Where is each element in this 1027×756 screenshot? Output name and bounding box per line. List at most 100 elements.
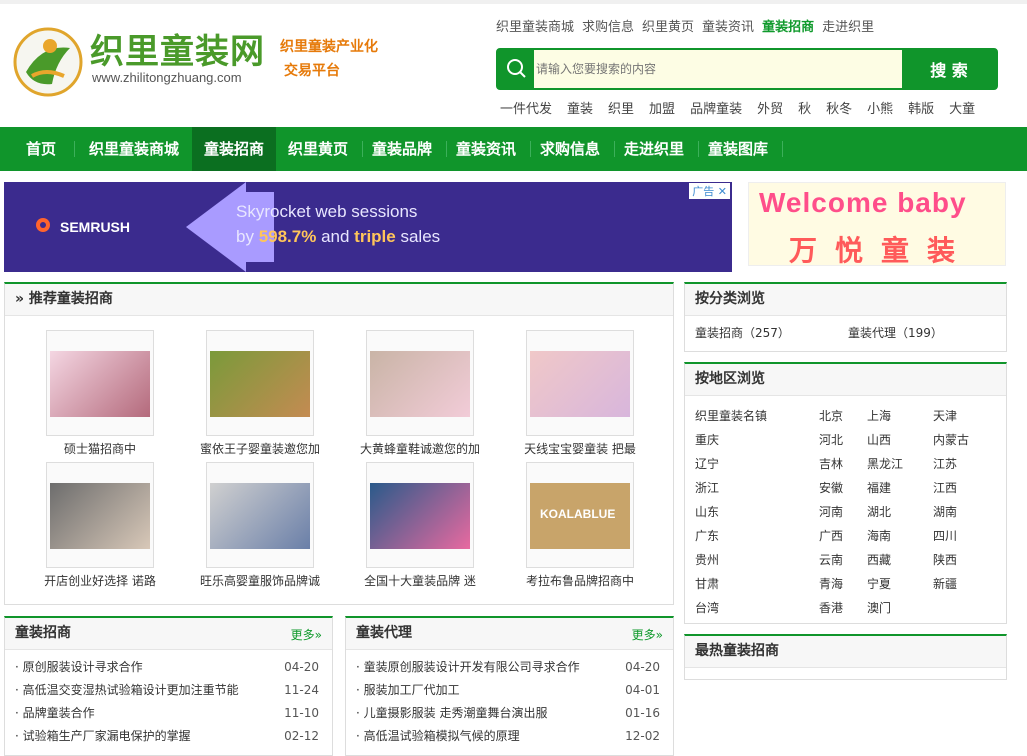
- region-link[interactable]: 内蒙古: [933, 428, 993, 452]
- list-item[interactable]: · 高低温交变湿热试验箱设计更加注重节能 11-24: [15, 679, 319, 702]
- hot-keyword[interactable]: 外贸: [757, 98, 783, 117]
- product-image[interactable]: KOALABLUE: [526, 462, 634, 568]
- region-link[interactable]: 澳门: [867, 596, 933, 620]
- product-image[interactable]: [366, 330, 474, 436]
- region-link[interactable]: 上海: [867, 404, 933, 428]
- list-item[interactable]: · 原创服装设计寻求合作 04-20: [15, 656, 319, 679]
- top-link-about[interactable]: 走进织里: [822, 16, 874, 35]
- semrush-ad-banner[interactable]: SEMRUSH Skyrocket web sessions by 598.7%…: [4, 182, 732, 272]
- region-link[interactable]: 江苏: [933, 452, 993, 476]
- product-title[interactable]: 蜜依王子婴童装邀您加: [185, 440, 335, 457]
- region-link[interactable]: [933, 596, 993, 620]
- region-link[interactable]: 青海: [819, 572, 867, 596]
- search-icon[interactable]: [498, 50, 534, 88]
- product-card[interactable]: 全国十大童装品牌 迷: [345, 462, 495, 589]
- region-link[interactable]: 北京: [819, 404, 867, 428]
- product-card[interactable]: 旺乐高婴童服饰品牌诚: [185, 462, 335, 589]
- nav-purchase[interactable]: 求购信息: [530, 127, 610, 171]
- product-title[interactable]: 全国十大童装品牌 迷: [345, 572, 495, 589]
- list-item[interactable]: · 儿童摄影服装 走秀潮童舞台演出服 01-16: [356, 702, 660, 725]
- region-link[interactable]: 黑龙江: [867, 452, 933, 476]
- region-link[interactable]: 广东: [695, 524, 819, 548]
- ad-badge[interactable]: 广告 ✕: [689, 183, 730, 199]
- product-image[interactable]: [206, 330, 314, 436]
- nav-news[interactable]: 童装资讯: [446, 127, 526, 171]
- region-link[interactable]: 江西: [933, 476, 993, 500]
- product-image[interactable]: [46, 330, 154, 436]
- list-item[interactable]: · 高低温试验箱模拟气候的原理 12-02: [356, 725, 660, 748]
- list-item[interactable]: · 试验箱生产厂家漏电保护的掌握 02-12: [15, 725, 319, 748]
- hot-keyword[interactable]: 秋: [798, 98, 811, 117]
- product-card[interactable]: 开店创业好选择 诺路: [25, 462, 175, 589]
- more-link[interactable]: 更多»: [291, 626, 322, 643]
- nav-gallery[interactable]: 童装图库: [698, 127, 778, 171]
- product-image[interactable]: [206, 462, 314, 568]
- product-card[interactable]: 蜜依王子婴童装邀您加: [185, 330, 335, 457]
- region-link[interactable]: 广西: [819, 524, 867, 548]
- nav-yellowpages[interactable]: 织里黄页: [278, 127, 358, 171]
- list-item[interactable]: · 品牌童装合作 11-10: [15, 702, 319, 725]
- region-link[interactable]: 吉林: [819, 452, 867, 476]
- search-button[interactable]: 搜 索: [902, 50, 996, 88]
- region-link[interactable]: 天津: [933, 404, 993, 428]
- product-card[interactable]: 天线宝宝婴童装 把最: [505, 330, 655, 457]
- hot-keyword[interactable]: 小熊: [867, 98, 893, 117]
- region-link[interactable]: 台湾: [695, 596, 819, 620]
- region-link[interactable]: 甘肃: [695, 572, 819, 596]
- list-item[interactable]: · 童装原创服装设计开发有限公司寻求合作 04-20: [356, 656, 660, 679]
- product-title[interactable]: 开店创业好选择 诺路: [25, 572, 175, 589]
- hot-keyword[interactable]: 韩版: [908, 98, 934, 117]
- list-item[interactable]: · 服装加工厂代加工 04-01: [356, 679, 660, 702]
- region-link[interactable]: 湖南: [933, 500, 993, 524]
- top-link-mall[interactable]: 织里童装商城: [496, 16, 574, 35]
- hot-keyword[interactable]: 秋冬: [826, 98, 852, 117]
- hot-keyword[interactable]: 品牌童装: [690, 98, 742, 117]
- top-link-yellowpages[interactable]: 织里黄页: [642, 16, 694, 35]
- top-link-zhaoshang[interactable]: 童装招商: [762, 16, 814, 35]
- region-link[interactable]: 安徽: [819, 476, 867, 500]
- region-link[interactable]: 四川: [933, 524, 993, 548]
- region-link[interactable]: 河北: [819, 428, 867, 452]
- product-title[interactable]: 考拉布鲁品牌招商中: [505, 572, 655, 589]
- product-image[interactable]: [526, 330, 634, 436]
- wanyue-ad-banner[interactable]: Welcome baby 万悦童装: [748, 182, 1006, 267]
- site-logo[interactable]: 织里童装网 www.zhilitongzhuang.com 织里童装产业化 交易…: [12, 22, 392, 102]
- region-link[interactable]: 贵州: [695, 548, 819, 572]
- region-link[interactable]: 山西: [867, 428, 933, 452]
- product-card[interactable]: 硕士猫招商中: [25, 330, 175, 457]
- region-link[interactable]: 新疆: [933, 572, 993, 596]
- region-link[interactable]: 香港: [819, 596, 867, 620]
- hot-keyword[interactable]: 织里: [608, 98, 634, 117]
- product-title[interactable]: 大黄蜂童鞋诚邀您的加: [345, 440, 495, 457]
- search-input[interactable]: [536, 50, 902, 88]
- region-link[interactable]: 重庆: [695, 428, 819, 452]
- region-link[interactable]: 织里童装名镇: [695, 404, 819, 428]
- region-link[interactable]: 福建: [867, 476, 933, 500]
- nav-home[interactable]: 首页: [12, 127, 70, 171]
- top-link-purchase[interactable]: 求购信息: [582, 16, 634, 35]
- region-link[interactable]: 海南: [867, 524, 933, 548]
- nav-mall[interactable]: 织里童装商城: [80, 127, 188, 171]
- region-link[interactable]: 河南: [819, 500, 867, 524]
- hot-keyword[interactable]: 大童: [949, 98, 975, 117]
- nav-about[interactable]: 走进织里: [614, 127, 694, 171]
- hot-keyword[interactable]: 加盟: [649, 98, 675, 117]
- product-card[interactable]: KOALABLUE 考拉布鲁品牌招商中: [505, 462, 655, 589]
- region-link[interactable]: 西藏: [867, 548, 933, 572]
- region-link[interactable]: 云南: [819, 548, 867, 572]
- region-link[interactable]: 宁夏: [867, 572, 933, 596]
- region-link[interactable]: 辽宁: [695, 452, 819, 476]
- region-link[interactable]: 湖北: [867, 500, 933, 524]
- product-card[interactable]: 大黄蜂童鞋诚邀您的加: [345, 330, 495, 457]
- product-title[interactable]: 天线宝宝婴童装 把最: [505, 440, 655, 457]
- region-link[interactable]: 山东: [695, 500, 819, 524]
- product-title[interactable]: 硕士猫招商中: [25, 440, 175, 457]
- category-link[interactable]: 童装代理（199）: [848, 324, 943, 341]
- nav-brands[interactable]: 童装品牌: [362, 127, 442, 171]
- nav-zhaoshang[interactable]: 童装招商: [192, 127, 276, 171]
- hot-keyword[interactable]: 一件代发: [500, 98, 552, 117]
- region-link[interactable]: 陕西: [933, 548, 993, 572]
- category-link[interactable]: 童装招商（257）: [695, 324, 848, 341]
- product-image[interactable]: [366, 462, 474, 568]
- top-link-news[interactable]: 童装资讯: [702, 16, 754, 35]
